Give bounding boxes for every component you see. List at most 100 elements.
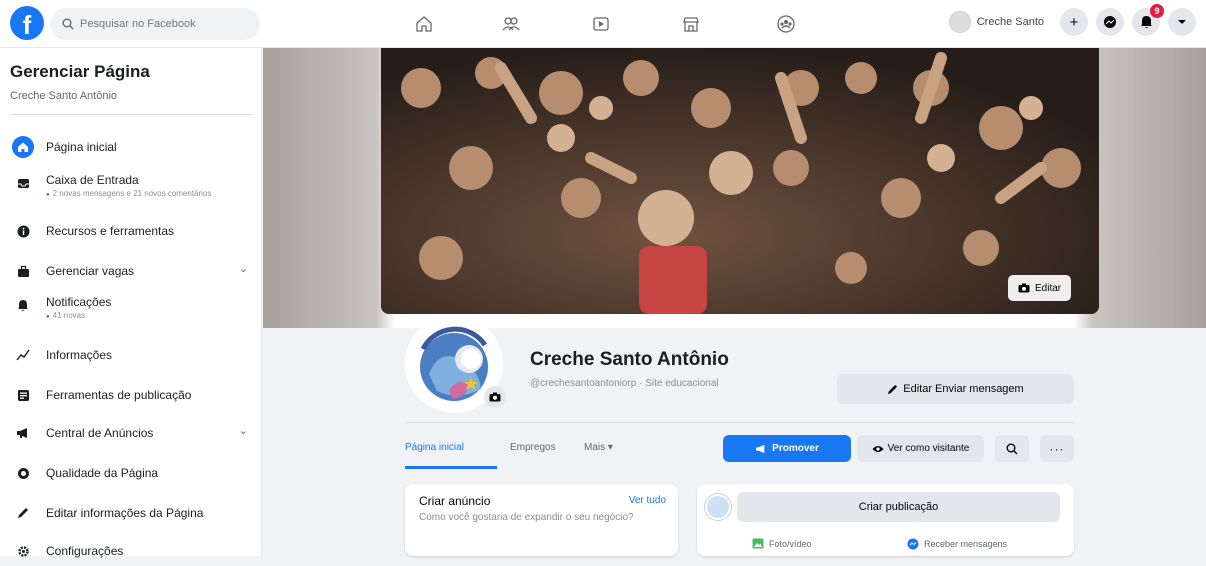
tab-more[interactable]: Mais ▾ [584, 442, 613, 453]
megaphone-icon [756, 444, 765, 453]
cover-photo[interactable] [381, 48, 1099, 314]
page-title: Creche Santo Antônio [530, 349, 729, 370]
profile-chip[interactable]: Creche Santo [947, 9, 1052, 35]
publishing-icon [12, 384, 34, 406]
edit-send-message-button[interactable]: Editar Enviar mensagem [837, 374, 1074, 404]
insights-icon [12, 344, 34, 366]
photo-video-button[interactable]: Foto/vídeo [752, 538, 812, 549]
create-ad-title: Criar anúncio [419, 494, 491, 508]
create-ad-subtitle: Como você gostaria de expandir o seu neg… [419, 512, 634, 523]
divider [10, 114, 252, 115]
search-icon [62, 18, 74, 30]
divider [405, 422, 1075, 423]
create-post-card: Criar publicação Foto/vídeo Receber mens… [697, 484, 1074, 556]
inbox-icon [12, 172, 34, 194]
plus-icon[interactable]: + [1060, 8, 1088, 36]
more-options-button[interactable]: ··· [1040, 435, 1074, 462]
eye-icon [872, 445, 884, 452]
sidebar-item-home[interactable]: Página inicial [8, 132, 254, 162]
chevron-down-icon[interactable]: ⌄ [239, 262, 248, 275]
chevron-down-icon[interactable]: ⌄ [239, 424, 248, 437]
sidebar-item-label: Informações [46, 348, 113, 362]
sidebar-item-meta: 41 novas [46, 310, 111, 323]
sidebar-item-label: Notificações [46, 295, 112, 309]
sidebar-item-inbox[interactable]: Caixa de Entrada 2 novas mensagens e 21 … [8, 168, 254, 205]
receive-messages-label: Receber mensagens [924, 539, 1008, 549]
sidebar-item-label: Caixa de Entrada [46, 173, 139, 187]
sidebar-page-name[interactable]: Creche Santo Antônio [10, 90, 117, 102]
sidebar-item-settings[interactable]: Configurações [8, 536, 254, 566]
search-icon [1006, 443, 1018, 454]
cover-photo-image [381, 48, 1099, 314]
promote-label: Promover [772, 443, 819, 454]
sidebar-item-edit-page-info[interactable]: Editar informações da Página [8, 498, 254, 528]
avatar [948, 11, 971, 33]
top-navigation-bar: f Creche Santo + 9 [0, 0, 1206, 48]
sidebar-item-label: Configurações [46, 544, 124, 558]
sidebar-item-resources[interactable]: Recursos e ferramentas [8, 216, 254, 246]
notification-badge: 9 [1150, 4, 1164, 18]
edit-send-message-label: Editar Enviar mensagem [903, 383, 1024, 395]
pencil-icon [888, 384, 898, 394]
marketplace-icon[interactable] [677, 12, 705, 36]
search-bar[interactable] [50, 8, 260, 40]
edit-cover-label: Editar [1035, 282, 1062, 294]
active-tab-indicator [405, 466, 497, 469]
tab-jobs[interactable]: Empregos [510, 442, 556, 453]
camera-icon [1018, 283, 1030, 293]
create-post-label: Criar publicação [858, 501, 939, 513]
ellipsis-icon: ··· [1049, 441, 1065, 456]
sidebar-item-label: Ferramentas de publicação [46, 388, 192, 402]
sidebar-item-label: Gerenciar vagas [46, 264, 135, 278]
pages-icon[interactable] [497, 12, 525, 36]
megaphone-icon [12, 422, 34, 444]
groups-icon[interactable] [772, 12, 800, 36]
briefcase-icon [12, 260, 34, 282]
edit-cover-button[interactable]: Editar [1008, 275, 1072, 301]
messenger-icon [907, 538, 919, 550]
sidebar-item-label: Central de Anúncios [46, 426, 154, 440]
bell-icon[interactable]: 9 [1132, 4, 1164, 36]
home-icon [12, 136, 34, 158]
sidebar-item-notifications[interactable]: Notificações 41 novas [8, 290, 254, 327]
search-input[interactable] [80, 18, 250, 30]
sidebar-item-meta: 2 novas mensagens e 21 novos comentários [46, 188, 212, 201]
facebook-logo[interactable]: f [10, 6, 44, 40]
sidebar-item-page-quality[interactable]: Qualidade da Página [8, 458, 254, 488]
info-icon [12, 220, 34, 242]
messenger-icon[interactable] [1096, 8, 1124, 36]
profile-name: Creche Santo [976, 16, 1044, 28]
see-all-link[interactable]: Ver tudo [629, 495, 666, 506]
photo-video-label: Foto/vídeo [769, 538, 812, 549]
view-as-visitor-label: Ver como visitante [887, 443, 970, 454]
sidebar-item-label: Qualidade da Página [46, 466, 159, 480]
page-handle: @crechesantoantoniorp · Site educacional [530, 378, 719, 389]
view-as-visitor-button[interactable]: Ver como visitante [857, 435, 984, 462]
search-page-button[interactable] [995, 435, 1029, 462]
promote-button[interactable]: Promover [723, 435, 851, 462]
tab-home[interactable]: Página inicial [405, 442, 464, 453]
camera-icon [489, 392, 501, 402]
bell-icon [12, 294, 34, 316]
avatar [705, 494, 731, 520]
home-icon[interactable] [410, 12, 438, 36]
sidebar-item-ad-center[interactable]: Central de Anúncios ⌄ [8, 418, 254, 448]
sidebar-item-label: Recursos e ferramentas [46, 224, 175, 238]
gear-icon [12, 540, 34, 562]
sidebar-item-label: Editar informações da Página [46, 506, 204, 520]
watch-icon[interactable] [587, 12, 615, 36]
pencil-icon [12, 502, 34, 524]
sidebar-item-publishing-tools[interactable]: Ferramentas de publicação [8, 380, 254, 410]
sidebar-item-jobs[interactable]: Gerenciar vagas ⌄ [8, 256, 254, 286]
sidebar-item-label: Página inicial [46, 140, 117, 154]
top-right-controls: Creche Santo + 9 [947, 4, 1196, 36]
receive-messages-button[interactable]: Receber mensagens [907, 538, 1007, 550]
create-ad-card: Criar anúncio Ver tudo Como você gostari… [405, 484, 678, 556]
create-post-button[interactable]: Criar publicação [737, 492, 1060, 522]
change-profile-photo-button[interactable] [484, 386, 506, 408]
caret-down-icon[interactable] [1168, 8, 1196, 36]
manage-page-sidebar: Gerenciar Página Creche Santo Antônio Pá… [0, 48, 262, 558]
photo-icon [752, 538, 764, 549]
sidebar-item-insights[interactable]: Informações [8, 340, 254, 370]
sidebar-title: Gerenciar Página [10, 62, 150, 81]
